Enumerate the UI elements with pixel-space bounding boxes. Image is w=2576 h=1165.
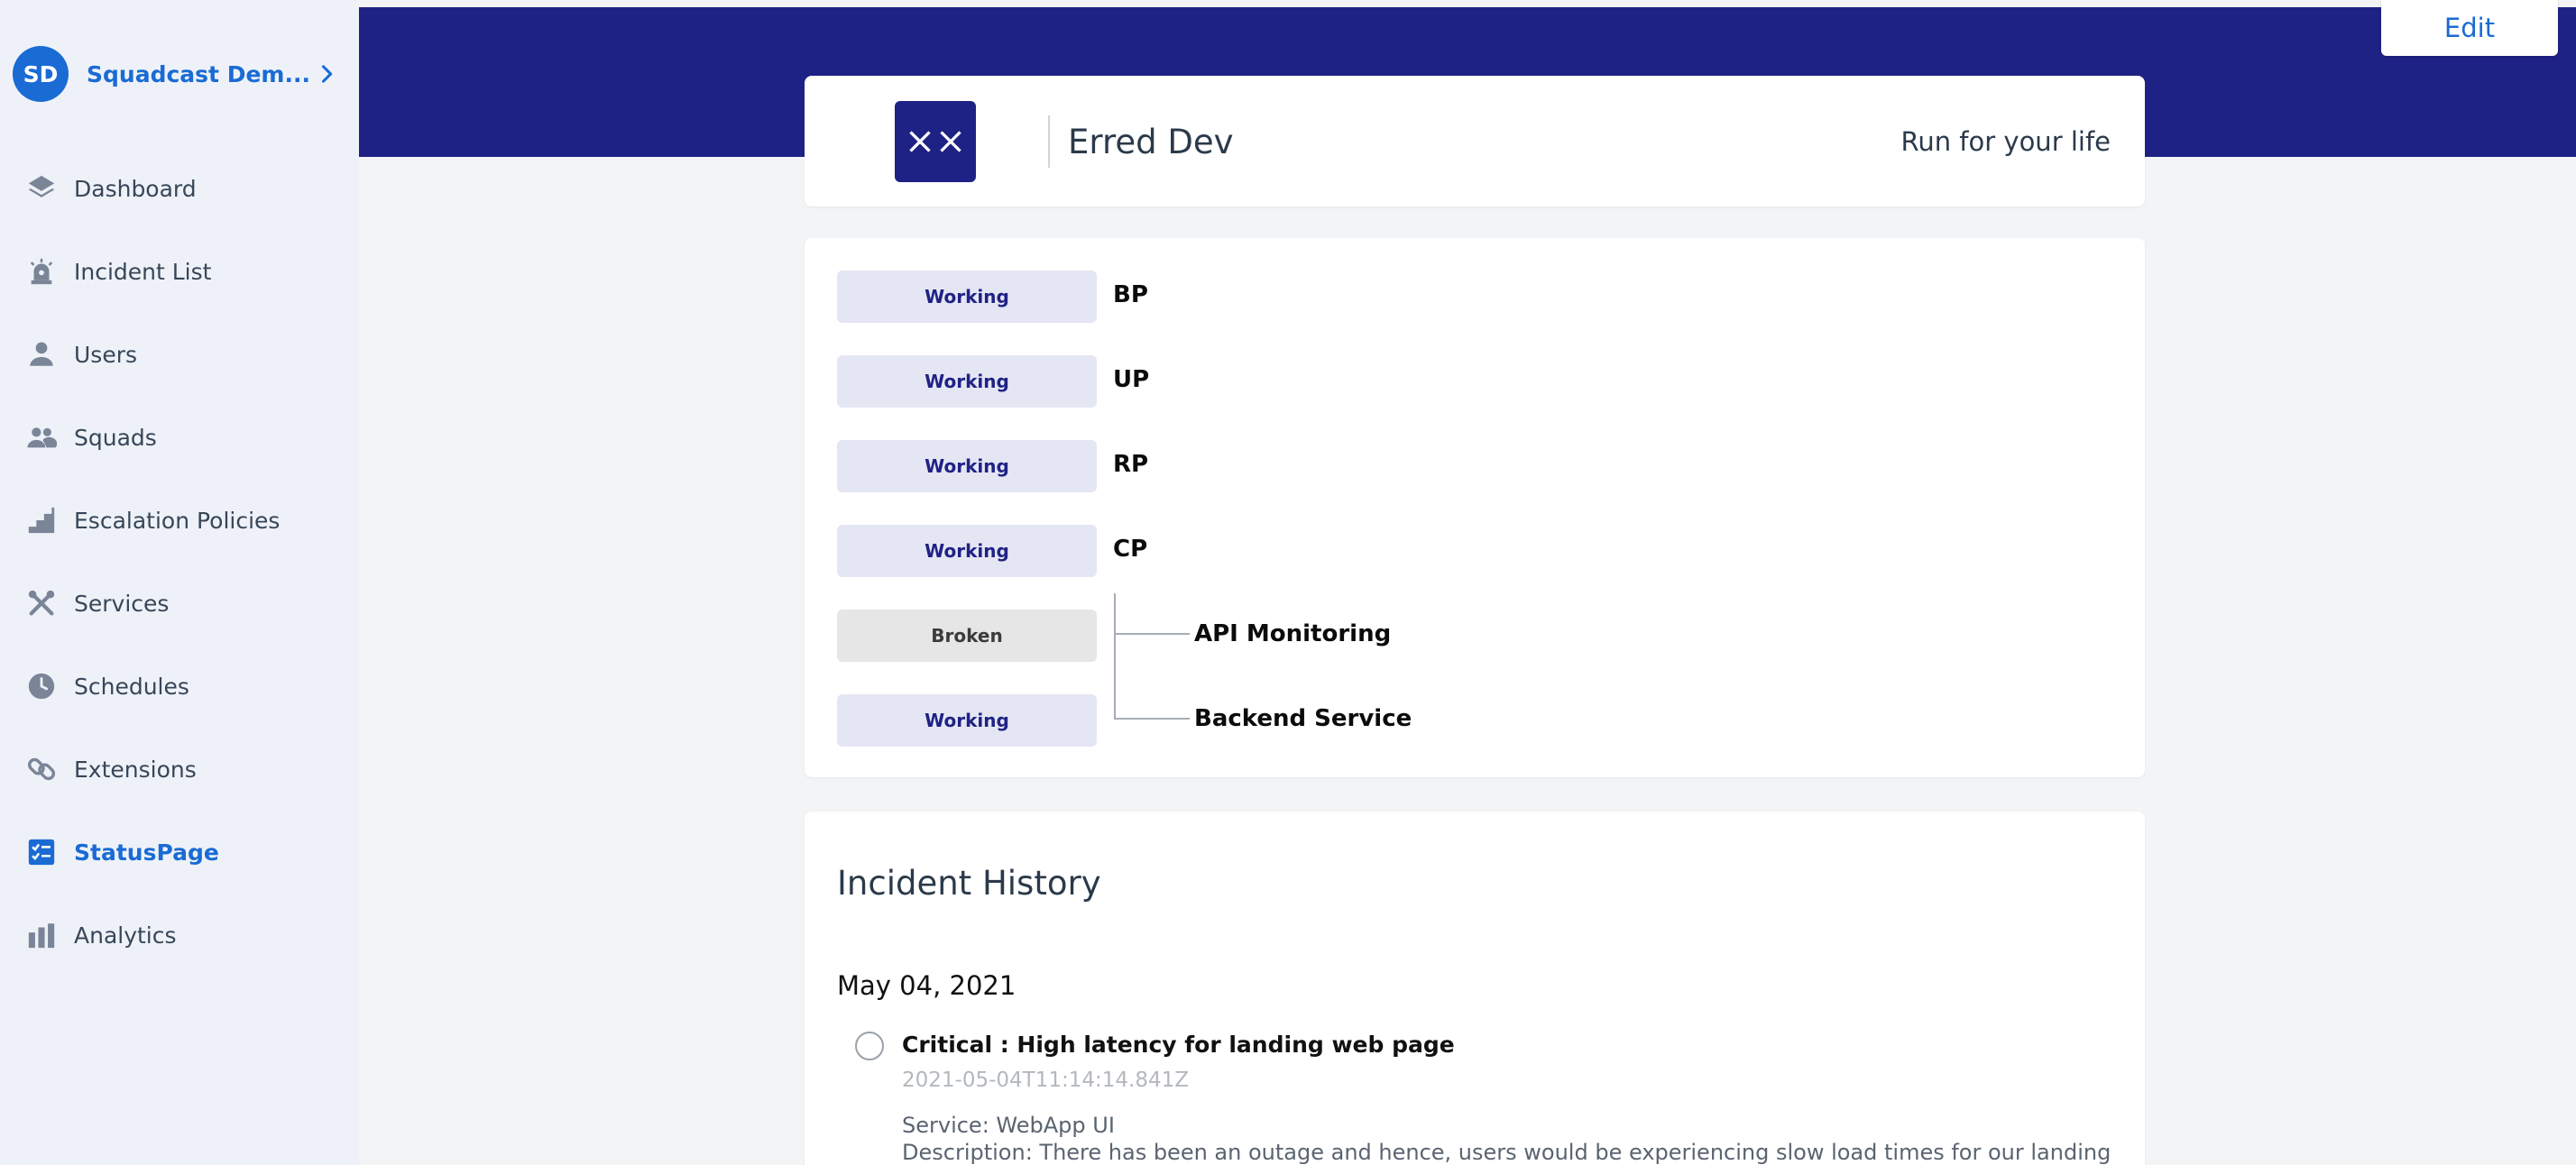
bar-chart-icon: [25, 919, 58, 951]
component-name: API Monitoring: [1194, 620, 1392, 647]
tree-connector: [1114, 718, 1190, 720]
status-badge: Working: [837, 440, 1097, 492]
close-icon: [908, 131, 931, 152]
close-icon: [940, 131, 961, 152]
component-name: UP: [1113, 366, 1150, 393]
status-badge: Working: [837, 694, 1097, 747]
component-name: Backend Service: [1194, 705, 1412, 732]
layers-icon: [25, 172, 58, 205]
sidebar-item-label: Extensions: [74, 756, 197, 783]
history-date: May 04, 2021: [837, 970, 1017, 1001]
link-icon: [25, 753, 58, 785]
status-badge: Working: [837, 271, 1097, 323]
avatar: SD: [13, 46, 69, 102]
sidebar-item-dashboard[interactable]: Dashboard: [0, 147, 359, 230]
sidebar-item-label: StatusPage: [74, 839, 219, 866]
user-icon: [25, 338, 58, 371]
alarm-icon: [25, 255, 58, 288]
divider: [1048, 115, 1050, 168]
sidebar-item-label: Dashboard: [74, 175, 197, 202]
sidebar-item-schedules[interactable]: Schedules: [0, 645, 359, 728]
sidebar-item-label: Analytics: [74, 922, 177, 949]
sidebar-item-label: Escalation Policies: [74, 507, 281, 534]
status-badge: Working: [837, 525, 1097, 577]
page-tagline: Run for your life: [1900, 126, 2111, 157]
components-card: Working BP Working UP Working RP Working…: [805, 238, 2145, 777]
sidebar-item-label: Users: [74, 341, 138, 368]
sidebar: SD Squadcast Dem... Dashboard Incident L…: [0, 0, 359, 1165]
sidebar-item-users[interactable]: Users: [0, 313, 359, 396]
incident-status-radio[interactable]: [855, 1032, 884, 1060]
sidebar-item-squads[interactable]: Squads: [0, 396, 359, 479]
sidebar-item-extensions[interactable]: Extensions: [0, 728, 359, 811]
sidebar-item-statuspage[interactable]: StatusPage: [0, 811, 359, 894]
statuspage-header-card: Erred Dev Run for your life: [805, 76, 2145, 206]
sidebar-nav: Dashboard Incident List Users Squads Esc…: [0, 147, 359, 977]
sidebar-item-analytics[interactable]: Analytics: [0, 894, 359, 977]
users-group-icon: [25, 421, 58, 454]
sidebar-item-escalation-policies[interactable]: Escalation Policies: [0, 479, 359, 562]
incident-service: Service: WebApp UI: [902, 1113, 1115, 1138]
clock-icon: [25, 670, 58, 702]
tree-connector: [1114, 633, 1190, 635]
incident-timestamp: 2021-05-04T11:14:14.841Z: [902, 1069, 1189, 1092]
component-name: CP: [1113, 536, 1148, 563]
status-badge: Broken: [837, 610, 1097, 662]
incident-history-card: Incident History May 04, 2021 Critical :…: [805, 812, 2145, 1165]
sidebar-item-label: Schedules: [74, 673, 189, 700]
sidebar-item-label: Squads: [74, 424, 157, 451]
sidebar-item-label: Incident List: [74, 258, 212, 285]
component-name: BP: [1113, 281, 1148, 308]
org-name: Squadcast Dem...: [87, 60, 310, 87]
section-title: Incident History: [837, 864, 1101, 903]
status-badge: Working: [837, 355, 1097, 408]
sidebar-item-incident-list[interactable]: Incident List: [0, 230, 359, 313]
tools-icon: [25, 587, 58, 619]
page-title: Erred Dev: [1068, 123, 1234, 161]
org-switcher[interactable]: SD Squadcast Dem...: [13, 45, 346, 103]
chevron-right-icon: [321, 65, 333, 83]
sidebar-item-label: Services: [74, 590, 170, 617]
sidebar-item-services[interactable]: Services: [0, 562, 359, 645]
incident-title[interactable]: Critical : High latency for landing web …: [902, 1032, 1455, 1058]
component-name: RP: [1113, 451, 1149, 478]
stairs-icon: [25, 504, 58, 537]
checklist-icon: [25, 836, 58, 868]
statuspage-logo: [895, 101, 976, 182]
tree-connector: [1114, 593, 1116, 720]
edit-button[interactable]: Edit: [2381, 0, 2558, 56]
incident-description: Description: There has been an outage an…: [902, 1140, 2111, 1165]
